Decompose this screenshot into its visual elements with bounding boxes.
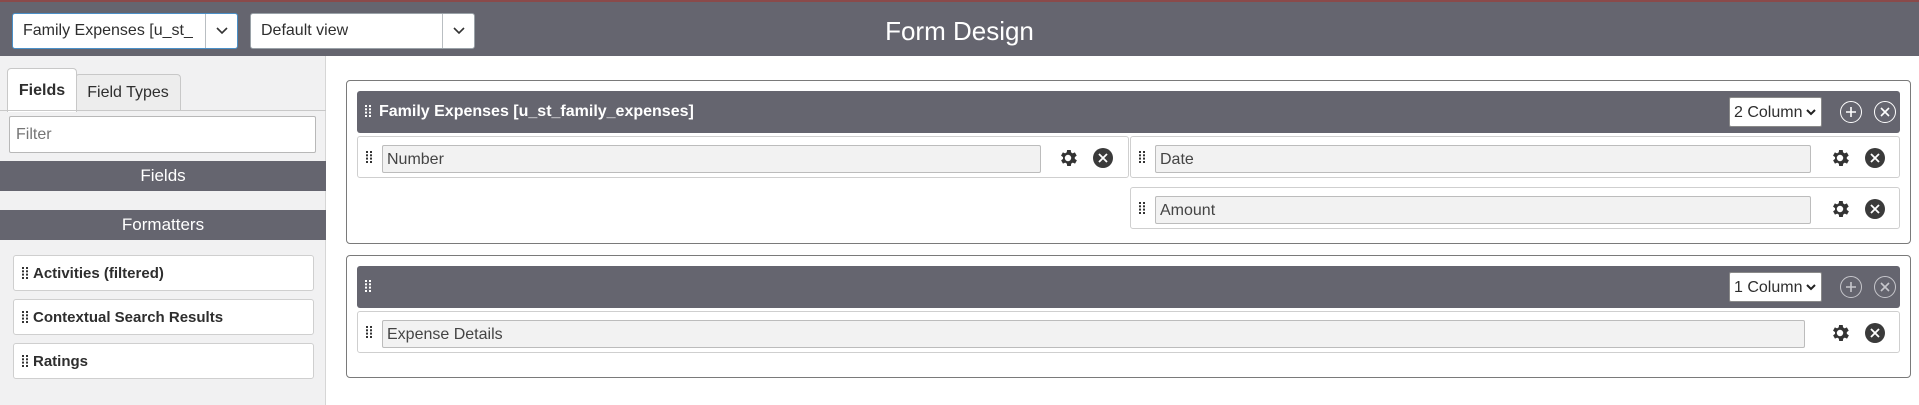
formatter-item-activities[interactable]: Activities (filtered): [13, 255, 314, 291]
filter-input[interactable]: [9, 116, 316, 153]
column-layout-select[interactable]: 1 Column: [1729, 272, 1822, 302]
close-circle-icon[interactable]: [1864, 322, 1886, 344]
formatter-label: Activities (filtered): [33, 264, 164, 282]
formatter-item-ratings[interactable]: Ratings: [13, 343, 314, 379]
grip-dots-icon[interactable]: [366, 326, 372, 338]
grip-dots-icon[interactable]: [22, 267, 28, 279]
gear-icon[interactable]: [1057, 147, 1079, 169]
tab-divider: [0, 110, 326, 111]
gear-icon[interactable]: [1829, 198, 1851, 220]
column-layout-value: 2 Column: [1734, 104, 1803, 121]
chevron-down-icon: [1805, 104, 1817, 120]
plus-circle-icon[interactable]: [1840, 276, 1862, 298]
close-circle-icon[interactable]: [1874, 276, 1896, 298]
formatter-label: Ratings: [33, 352, 89, 370]
grip-dots-icon[interactable]: [366, 151, 372, 163]
field-label-box: Number: [382, 145, 1041, 173]
grip-dots-icon[interactable]: [1139, 202, 1145, 214]
page-title: Form Design: [885, 16, 1034, 46]
close-circle-icon[interactable]: [1092, 147, 1114, 169]
chevron-down-icon: [1805, 279, 1817, 295]
gear-icon[interactable]: [1829, 147, 1851, 169]
close-circle-icon[interactable]: [1874, 101, 1896, 123]
tab-fields[interactable]: Fields: [7, 68, 77, 112]
column-layout-value: 1 Column: [1734, 279, 1803, 296]
field-row-expense-details[interactable]: Expense Details: [357, 311, 1900, 353]
field-label-box: Expense Details: [382, 320, 1805, 348]
grip-dots-icon[interactable]: [365, 105, 371, 117]
section-header[interactable]: 1 Column: [357, 266, 1900, 308]
grip-dots-icon[interactable]: [22, 355, 28, 367]
grip-dots-icon[interactable]: [22, 311, 28, 323]
field-label-box: Amount: [1155, 196, 1811, 224]
close-circle-icon[interactable]: [1864, 198, 1886, 220]
section-header[interactable]: Family Expenses [u_st_family_expenses] 2…: [357, 91, 1900, 133]
plus-circle-icon[interactable]: [1840, 101, 1862, 123]
section-title[interactable]: Family Expenses [u_st_family_expenses]: [379, 103, 694, 121]
close-circle-icon[interactable]: [1864, 147, 1886, 169]
header-bar: Family Expenses [u_st_family_expenses] D…: [0, 0, 1919, 56]
grip-dots-icon[interactable]: [1139, 151, 1145, 163]
field-label-box: Date: [1155, 145, 1811, 173]
grip-dots-icon[interactable]: [365, 280, 371, 292]
column-layout-select[interactable]: 2 Column: [1729, 97, 1822, 127]
formatter-item-contextual-search[interactable]: Contextual Search Results: [13, 299, 314, 335]
formatters-heading: Formatters: [0, 210, 326, 240]
field-row-date[interactable]: Date: [1130, 136, 1900, 178]
fields-heading: Fields: [0, 161, 326, 191]
form-section: 1 Column Expense Details: [346, 255, 1911, 378]
tab-field-types[interactable]: Field Types: [75, 74, 181, 110]
formatter-label: Contextual Search Results: [33, 308, 224, 326]
field-row-amount[interactable]: Amount: [1130, 187, 1900, 229]
gear-icon[interactable]: [1829, 322, 1851, 344]
form-section: Family Expenses [u_st_family_expenses] 2…: [346, 80, 1911, 244]
left-panel: Field Types Fields Fields Formatters Act…: [0, 56, 326, 405]
field-row-number[interactable]: Number: [357, 136, 1129, 178]
